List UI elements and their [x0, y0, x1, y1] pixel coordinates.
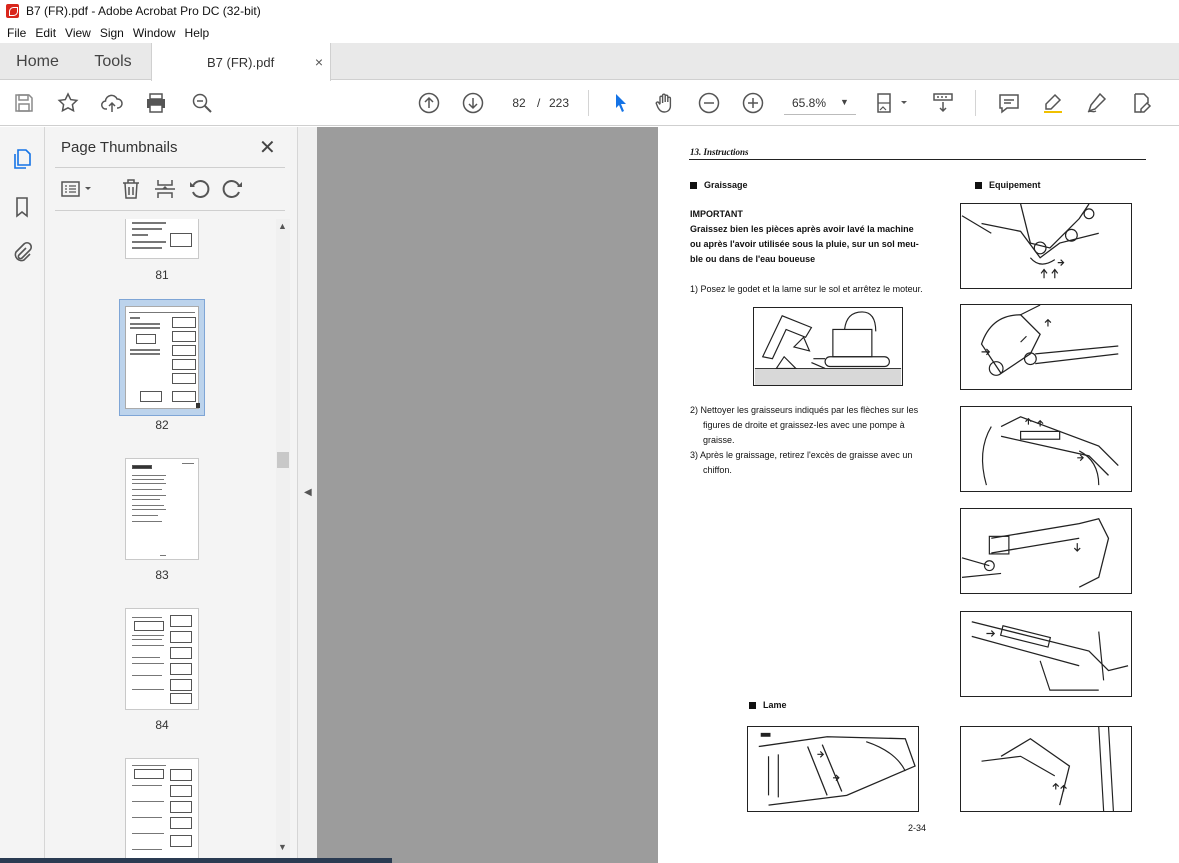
figure-blade-2 — [960, 726, 1132, 812]
section-heading-equipement: Equipement — [975, 180, 1041, 190]
select-cursor-icon[interactable] — [609, 91, 633, 115]
bullet-square-icon — [975, 181, 982, 189]
page-separator: / — [537, 96, 541, 110]
thumbnail-options-icon[interactable] — [59, 177, 99, 201]
menu-help[interactable]: Help — [181, 26, 214, 40]
toolbar-divider — [975, 90, 976, 116]
rotate-right-icon[interactable] — [221, 177, 245, 201]
comment-icon[interactable] — [997, 91, 1021, 115]
thumbnail-label: 82 — [155, 418, 169, 432]
panel-divider — [55, 167, 285, 168]
section-heading-lame: Lame — [749, 700, 787, 710]
zoom-level-select[interactable]: 65.8% ▼ — [784, 91, 856, 115]
figure-blade-1 — [747, 726, 919, 812]
thumbnail-page-83[interactable] — [125, 458, 199, 560]
important-text: Graissez bien les pièces après avoir lav… — [690, 224, 919, 264]
print-icon[interactable] — [144, 91, 168, 115]
zoom-out-icon[interactable] — [697, 91, 721, 115]
scroll-up-icon[interactable]: ▲ — [278, 221, 287, 231]
collapse-panel-icon[interactable]: ◀ — [304, 487, 312, 498]
close-panel-icon[interactable]: ✕ — [259, 135, 276, 160]
scroll-down-icon[interactable]: ▼ — [278, 842, 287, 852]
figure-equipment-1 — [960, 203, 1132, 289]
thumbnail-label: 84 — [155, 718, 169, 732]
bullet-square-icon — [749, 701, 756, 709]
figure-equipment-3 — [960, 406, 1132, 492]
header-rule — [689, 159, 1146, 160]
step-3-text: 3) Après le graissage, retirez l'excès d… — [690, 450, 913, 475]
attachments-paperclip-icon[interactable] — [10, 241, 34, 265]
save-icon[interactable] — [12, 91, 36, 115]
menu-bar: File Edit View Sign Window Help — [0, 22, 1179, 43]
bookmarks-icon[interactable] — [10, 195, 34, 219]
document-page: 13. Instructions Graissage Equipement IM… — [658, 127, 1179, 863]
close-tab-icon[interactable]: × — [315, 54, 323, 70]
sign-pen-icon[interactable] — [1085, 91, 1109, 115]
thumbnails-scrollbar[interactable]: ▲ ▼ — [276, 219, 290, 859]
menu-file[interactable]: File — [3, 26, 30, 40]
figure-equipment-5 — [960, 611, 1132, 697]
tab-bar: Home Tools B7 (FR).pdf × — [0, 43, 1179, 81]
next-page-icon[interactable] — [461, 91, 485, 115]
tab-tools[interactable]: Tools — [75, 43, 151, 80]
page-thumbnails-icon[interactable] — [10, 147, 34, 171]
page-number: 2-34 — [908, 823, 927, 833]
zoom-search-icon[interactable] — [190, 91, 214, 115]
step-2-text: 2) Nettoyer les graisseurs indiqués par … — [690, 405, 919, 445]
menu-view[interactable]: View — [61, 26, 95, 40]
menu-sign[interactable]: Sign — [96, 26, 128, 40]
insert-page-icon[interactable] — [153, 177, 177, 201]
thumbnail-page-81[interactable] — [125, 219, 199, 259]
thumbnail-page-84[interactable] — [125, 608, 199, 710]
menu-edit[interactable]: Edit — [31, 26, 60, 40]
previous-page-icon[interactable] — [417, 91, 441, 115]
title-bar: B7 (FR).pdf - Adobe Acrobat Pro DC (32-b… — [0, 0, 1179, 22]
left-navigation-rail — [0, 127, 45, 863]
upload-cloud-icon[interactable] — [100, 91, 124, 115]
page-thumbnails-panel: Page Thumbnails ✕ ▲ ▼ 81 82 83 84 — [45, 127, 297, 863]
page-header: 13. Instructions — [690, 147, 749, 157]
important-title: IMPORTANT — [690, 209, 743, 219]
window-title: B7 (FR).pdf - Adobe Acrobat Pro DC (32-b… — [26, 4, 261, 18]
thumbnail-page-85[interactable] — [125, 758, 199, 863]
toolbar-divider — [588, 90, 589, 116]
total-pages: 223 — [549, 96, 570, 110]
zoom-in-icon[interactable] — [741, 91, 765, 115]
edit-pdf-icon[interactable] — [1129, 91, 1153, 115]
step-1-text: 1) Posez le godet et la lame sur le sol … — [690, 284, 923, 294]
tab-document[interactable]: B7 (FR).pdf × — [151, 43, 331, 81]
zoom-level-value: 65.8% — [792, 96, 827, 110]
thumbnail-page-82-selected[interactable] — [119, 299, 205, 416]
scrollbar-thumb[interactable] — [277, 452, 289, 468]
rotate-left-icon[interactable] — [187, 177, 211, 201]
figure-excavator-ground — [753, 307, 903, 386]
chevron-down-icon: ▼ — [840, 97, 849, 107]
tab-home[interactable]: Home — [0, 43, 75, 80]
figure-equipment-4 — [960, 508, 1132, 594]
panel-title: Page Thumbnails — [61, 139, 178, 156]
delete-trash-icon[interactable] — [119, 177, 143, 201]
panel-divider — [55, 210, 285, 211]
section-heading-graissage: Graissage — [690, 180, 748, 190]
menu-window[interactable]: Window — [129, 26, 180, 40]
bullet-square-icon — [690, 181, 697, 189]
highlight-pen-icon[interactable] — [1041, 91, 1065, 115]
scroll-mode-icon[interactable] — [931, 91, 955, 115]
panel-collapse-strip[interactable]: ◀ — [297, 127, 317, 863]
tab-document-label: B7 (FR).pdf — [207, 54, 275, 70]
page-fit-icon[interactable] — [875, 91, 911, 115]
thumbnail-label: 83 — [155, 568, 169, 582]
page-number-input[interactable] — [504, 91, 534, 115]
figure-equipment-2 — [960, 304, 1132, 390]
taskbar-edge — [0, 858, 392, 863]
hand-pan-icon[interactable] — [653, 91, 677, 115]
bookmark-star-icon[interactable] — [56, 91, 80, 115]
thumbnail-label: 81 — [155, 268, 169, 282]
acrobat-logo-icon — [6, 4, 19, 18]
